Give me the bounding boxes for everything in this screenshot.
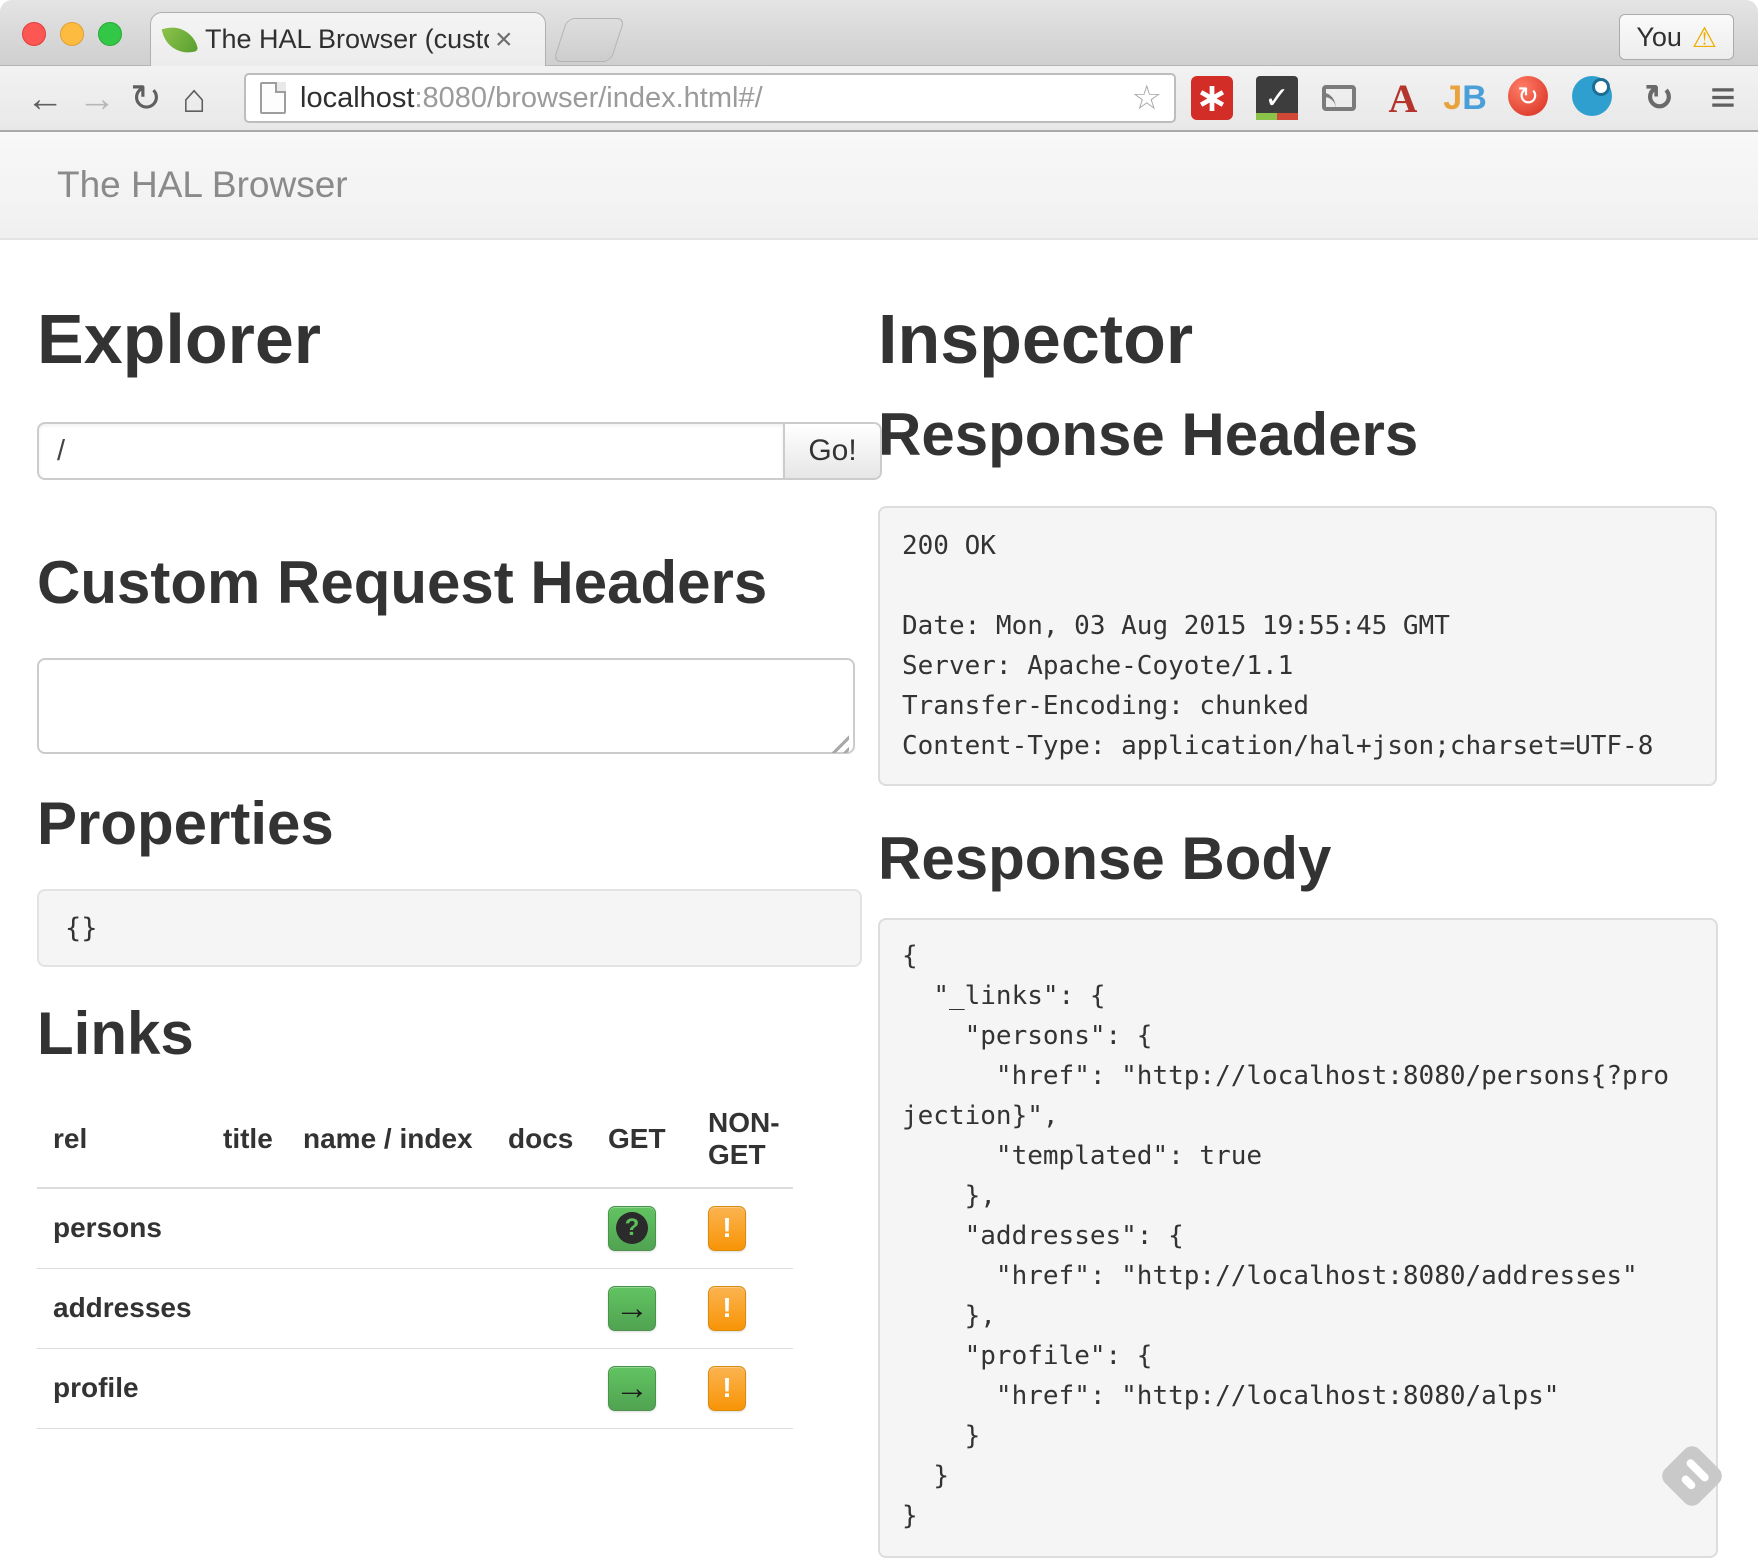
back-button[interactable]: ← — [26, 78, 64, 120]
explorer-form: Go! — [37, 422, 882, 480]
window-zoom-button[interactable] — [98, 22, 122, 46]
response-body-title: Response Body — [878, 822, 1718, 896]
question-icon: ? — [616, 1212, 648, 1244]
table-row-addresses: addresses → ! — [37, 1268, 793, 1348]
table-row-persons: persons ? ! — [37, 1188, 793, 1268]
properties-value: {} — [37, 889, 862, 967]
col-rel: rel — [37, 1093, 207, 1188]
links-header-row: rel title name / index docs GET NON-GET — [37, 1093, 793, 1188]
custom-headers-textarea[interactable] — [37, 658, 855, 754]
links-table: rel title name / index docs GET NON-GET … — [37, 1093, 793, 1429]
custom-headers-wrapper — [37, 620, 855, 759]
site-navbar: The HAL Browser — [0, 132, 1758, 240]
get-button[interactable]: ? — [608, 1206, 656, 1251]
tab-title: The HAL Browser (customiz — [205, 24, 489, 55]
inspector-title: Inspector — [878, 296, 1718, 382]
non-get-button[interactable]: ! — [708, 1286, 746, 1331]
col-name-index: name / index — [287, 1093, 492, 1188]
url-text[interactable]: localhost:8080/browser/index.html#/ — [300, 82, 1132, 115]
col-get: GET — [592, 1093, 692, 1188]
exclamation-icon: ! — [722, 1372, 731, 1404]
exclamation-icon: ! — [722, 1292, 731, 1324]
cast-icon — [1322, 85, 1356, 111]
chrome-menu-icon[interactable]: ≡ — [1702, 76, 1744, 120]
inspector-column: Inspector Response Headers 200 OK Date: … — [878, 240, 1718, 1558]
properties-title: Properties — [37, 787, 882, 861]
explorer-title: Explorer — [37, 296, 882, 382]
response-headers-content: 200 OK Date: Mon, 03 Aug 2015 19:55:45 G… — [878, 506, 1717, 786]
resource-url-input[interactable] — [37, 422, 783, 480]
home-button[interactable]: ⌂ — [182, 78, 206, 120]
col-docs: docs — [492, 1093, 592, 1188]
warning-icon: ⚠ — [1692, 21, 1717, 54]
response-body-content: { "_links": { "persons": { "href": "http… — [878, 918, 1718, 1558]
non-get-button[interactable]: ! — [708, 1366, 746, 1411]
go-button[interactable]: Go! — [783, 422, 882, 480]
site-brand: The HAL Browser — [57, 164, 348, 206]
lastpass-extension-icon[interactable]: ∗ — [1191, 76, 1233, 120]
letter-a-extension-icon[interactable]: A — [1382, 76, 1424, 120]
chromecast-extension-icon[interactable] — [1318, 76, 1360, 120]
jetbrains-extension-icon[interactable]: JB — [1444, 76, 1486, 120]
get-button[interactable]: → — [608, 1366, 656, 1411]
refresh-extension-icon[interactable]: ↻ — [1508, 76, 1548, 116]
exclamation-icon: ! — [722, 1212, 731, 1244]
col-title: title — [207, 1093, 287, 1188]
bookmark-star-icon[interactable]: ☆ — [1132, 78, 1162, 118]
page-content: Explorer Go! Custom Request Headers Prop… — [0, 240, 1758, 1542]
explorer-column: Explorer Go! Custom Request Headers Prop… — [37, 240, 882, 1429]
sync-extension-icon[interactable]: ↻ — [1638, 76, 1680, 120]
non-get-button[interactable]: ! — [708, 1206, 746, 1251]
get-button[interactable]: → — [608, 1286, 656, 1331]
rel-label: addresses — [37, 1268, 207, 1348]
response-headers-title: Response Headers — [878, 398, 1718, 472]
checker-extension-icon[interactable]: ✓ — [1256, 76, 1298, 120]
rel-label: profile — [37, 1348, 207, 1428]
profile-button[interactable]: You ⚠ — [1619, 14, 1734, 60]
url-path: :8080/browser/index.html#/ — [414, 82, 762, 114]
window-minimize-button[interactable] — [60, 22, 84, 46]
url-host: localhost — [300, 82, 414, 114]
arrow-right-icon: → — [615, 1371, 649, 1405]
address-bar[interactable]: localhost:8080/browser/index.html#/ ☆ — [244, 73, 1176, 123]
col-non-get: NON-GET — [692, 1093, 793, 1188]
page-icon — [260, 82, 286, 114]
new-tab-button[interactable] — [553, 18, 625, 62]
custom-request-headers-title: Custom Request Headers — [37, 546, 882, 620]
window-close-button[interactable] — [22, 22, 46, 46]
browser-tab[interactable]: The HAL Browser (customiz × — [150, 12, 546, 66]
links-title: Links — [37, 997, 882, 1071]
forward-button[interactable]: → — [78, 78, 116, 120]
pie-extension-icon[interactable] — [1572, 76, 1612, 116]
profile-label: You — [1636, 22, 1682, 53]
reload-button[interactable]: ↻ — [130, 78, 162, 120]
browser-toolbar: ← → ↻ ⌂ localhost:8080/browser/index.htm… — [0, 66, 1758, 132]
tab-close-icon[interactable]: × — [495, 23, 513, 57]
blue-disc-icon — [1572, 76, 1612, 116]
arrow-right-icon: → — [615, 1291, 649, 1325]
table-row-profile: profile → ! — [37, 1348, 793, 1428]
rel-label: persons — [37, 1188, 207, 1268]
window-titlebar: The HAL Browser (customiz × You ⚠ — [0, 0, 1758, 66]
spring-leaf-favicon-icon — [162, 21, 199, 58]
